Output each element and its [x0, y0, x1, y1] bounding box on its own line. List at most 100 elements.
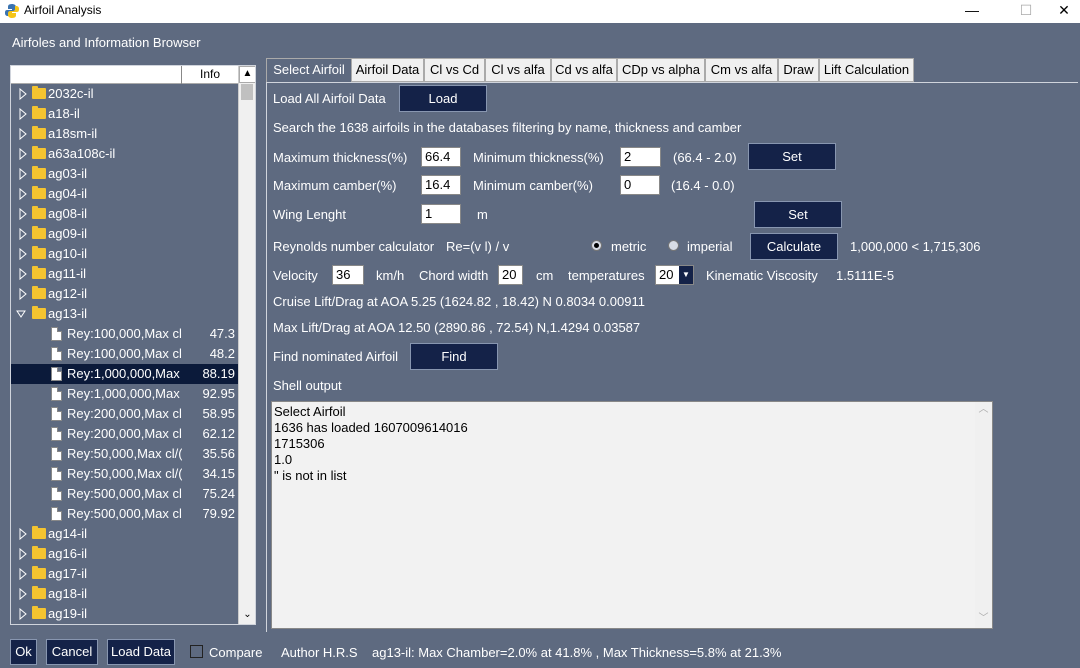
- compare-checkbox[interactable]: [190, 645, 203, 658]
- cancel-button[interactable]: Cancel: [46, 639, 98, 665]
- folder-icon: [32, 126, 46, 139]
- folder-icon: [32, 106, 46, 119]
- compare-label[interactable]: Compare: [209, 645, 262, 660]
- chevron-down-icon[interactable]: [16, 308, 26, 320]
- chevron-right-icon[interactable]: [19, 108, 27, 120]
- set-wing-button[interactable]: Set: [754, 201, 842, 228]
- tree-result-item[interactable]: Rey:100,000,Max cl 47.3: [11, 324, 238, 344]
- tree-folder-item[interactable]: ag18-il: [11, 584, 238, 604]
- tab-cl-vs-cd[interactable]: Cl vs Cd: [424, 58, 485, 82]
- tab-select-airfoil[interactable]: Select Airfoil: [266, 58, 352, 83]
- folder-icon: [32, 526, 46, 539]
- chevron-right-icon[interactable]: [19, 608, 27, 620]
- chevron-right-icon[interactable]: [19, 288, 27, 300]
- set-thickness-button[interactable]: Set: [748, 143, 836, 170]
- tree-result-item[interactable]: Rey:200,000,Max cl 58.95: [11, 404, 238, 424]
- tab-cdp-vs-alpha[interactable]: CDp vs alpha: [617, 58, 705, 82]
- scroll-thumb[interactable]: [241, 84, 253, 100]
- tree-item-info: 79.92: [202, 506, 235, 521]
- tab-lift-calculation[interactable]: Lift Calculation: [819, 58, 914, 82]
- temperature-select[interactable]: 20 ▼: [655, 265, 694, 285]
- tree-result-item[interactable]: Rey:500,000,Max cl 79.92: [11, 504, 238, 524]
- chevron-right-icon[interactable]: [19, 568, 27, 580]
- tree-folder-item[interactable]: a63a108c-il: [11, 144, 238, 164]
- tree-folder-item[interactable]: ag11-il: [11, 264, 238, 284]
- scroll-up-icon[interactable]: ▲: [239, 66, 255, 83]
- shell-line: 1.0: [274, 452, 293, 467]
- chevron-right-icon[interactable]: [19, 228, 27, 240]
- chevron-right-icon[interactable]: [19, 128, 27, 140]
- chevron-right-icon[interactable]: [19, 88, 27, 100]
- scroll-up-icon[interactable]: ︿: [975, 402, 992, 419]
- min-thickness-input[interactable]: 2: [620, 147, 661, 167]
- airfoil-tree[interactable]: Info 2032c-il a18-il a18sm-il a63a108c-il ag…: [10, 65, 256, 625]
- find-button[interactable]: Find: [410, 343, 498, 370]
- imperial-label[interactable]: imperial: [687, 239, 733, 254]
- chevron-right-icon[interactable]: [19, 168, 27, 180]
- tree-folder-item[interactable]: a18-il: [11, 104, 238, 124]
- tree-folder-item[interactable]: ag12-il: [11, 284, 238, 304]
- metric-radio[interactable]: [591, 240, 602, 251]
- tree-folder-item[interactable]: 2032c-il: [11, 84, 238, 104]
- close-button[interactable]: ✕: [1048, 0, 1080, 23]
- tab-cl-vs-alfa[interactable]: Cl vs alfa: [485, 58, 551, 82]
- tree-folder-item[interactable]: a18sm-il: [11, 124, 238, 144]
- tree-folder-item[interactable]: ag08-il: [11, 204, 238, 224]
- tab-draw[interactable]: Draw: [778, 58, 819, 82]
- tree-result-item[interactable]: Rey:50,000,Max cl/(34.15: [11, 464, 238, 484]
- tree-item-label: Rey:200,000,Max cl: [67, 426, 182, 441]
- tab-airfoil-data[interactable]: Airfoil Data: [351, 58, 424, 82]
- imperial-radio[interactable]: [668, 240, 679, 251]
- dropdown-arrow-icon[interactable]: ▼: [679, 266, 693, 284]
- tab-cm-vs-alfa[interactable]: Cm vs alfa: [705, 58, 778, 82]
- maximize-button[interactable]: ☐: [1004, 0, 1048, 23]
- scroll-down-icon[interactable]: ﹀: [975, 611, 992, 628]
- tree-folder-item[interactable]: ag10-il: [11, 244, 238, 264]
- tree-result-item[interactable]: Rey:50,000,Max cl/(35.56: [11, 444, 238, 464]
- chevron-right-icon[interactable]: [19, 188, 27, 200]
- tree-result-item[interactable]: Rey:100,000,Max cl 48.2: [11, 344, 238, 364]
- load-data-button[interactable]: Load Data: [107, 639, 175, 665]
- tab-cd-vs-alfa[interactable]: Cd vs alfa: [551, 58, 617, 82]
- chevron-right-icon[interactable]: [19, 148, 27, 160]
- chevron-right-icon[interactable]: [19, 268, 27, 280]
- scroll-down-icon[interactable]: ⌄: [239, 607, 255, 624]
- tree-folder-item[interactable]: ag19-il: [11, 604, 238, 624]
- min-camber-input[interactable]: 0: [620, 175, 660, 195]
- calculate-button[interactable]: Calculate: [750, 233, 838, 260]
- metric-label[interactable]: metric: [611, 239, 646, 254]
- tree-scrollbar[interactable]: ▲ ⌄: [238, 66, 255, 624]
- chord-input[interactable]: 20: [498, 265, 523, 285]
- chevron-right-icon[interactable]: [19, 528, 27, 540]
- folder-icon: [32, 226, 46, 239]
- velocity-input[interactable]: 36: [332, 265, 364, 285]
- wing-length-input[interactable]: 1: [421, 204, 461, 224]
- tree-folder-item[interactable]: ag13-il: [11, 304, 238, 324]
- tree-folder-item[interactable]: ag04-il: [11, 184, 238, 204]
- wing-length-unit: m: [477, 207, 488, 222]
- tree-folder-item[interactable]: ag03-il: [11, 164, 238, 184]
- tree-folder-item[interactable]: ag17-il: [11, 564, 238, 584]
- tree-header-name[interactable]: [11, 66, 182, 84]
- ok-button[interactable]: Ok: [10, 639, 37, 665]
- shell-scrollbar[interactable]: ︿ ﹀: [975, 402, 992, 628]
- tree-folder-item[interactable]: ag14-il: [11, 524, 238, 544]
- max-camber-input[interactable]: 16.4: [421, 175, 461, 195]
- shell-line: Select Airfoil: [274, 404, 346, 419]
- minimize-button[interactable]: —: [950, 0, 994, 23]
- chevron-right-icon[interactable]: [19, 248, 27, 260]
- tree-header-info[interactable]: Info: [182, 67, 238, 85]
- shell-output[interactable]: Select Airfoil 1636 has loaded 160700961…: [271, 401, 993, 629]
- tree-result-item[interactable]: Rey:1,000,000,Max 92.95: [11, 384, 238, 404]
- tree-folder-item[interactable]: ag09-il: [11, 224, 238, 244]
- tree-result-item[interactable]: Rey:200,000,Max cl 62.12: [11, 424, 238, 444]
- tree-folder-item[interactable]: ag16-il: [11, 544, 238, 564]
- tree-result-item[interactable]: Rey:500,000,Max cl 75.24: [11, 484, 238, 504]
- chevron-right-icon[interactable]: [19, 588, 27, 600]
- tree-result-item[interactable]: Rey:1,000,000,Max 88.19: [11, 364, 238, 384]
- chevron-right-icon[interactable]: [19, 208, 27, 220]
- max-thickness-input[interactable]: 66.4: [421, 147, 461, 167]
- chord-unit: cm: [536, 268, 554, 283]
- load-button[interactable]: Load: [399, 85, 487, 112]
- chevron-right-icon[interactable]: [19, 548, 27, 560]
